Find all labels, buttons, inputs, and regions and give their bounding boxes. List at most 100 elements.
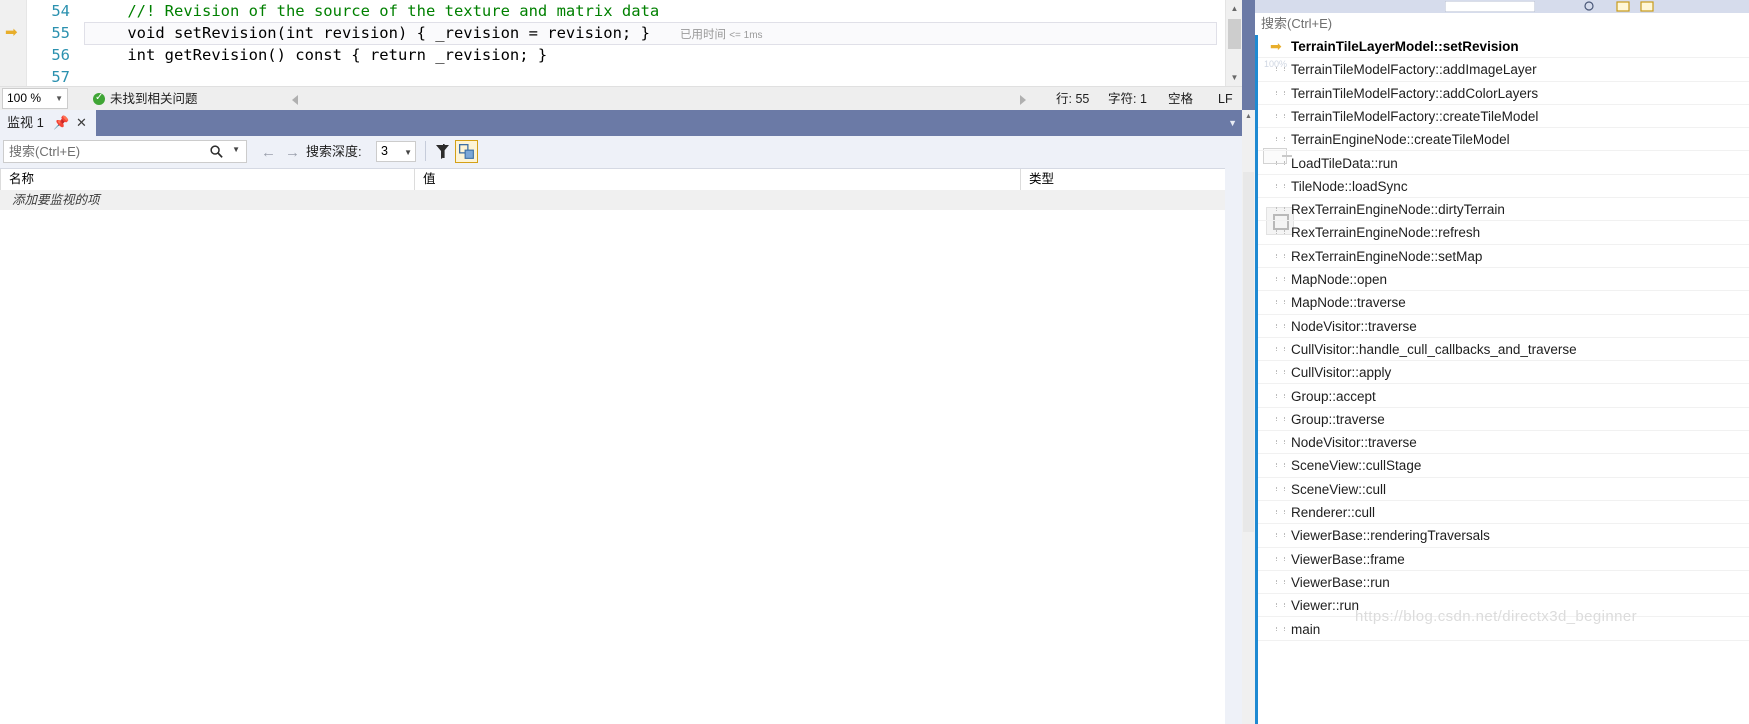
frame-gutter-tick-icon: [1276, 393, 1285, 398]
frame-gutter-tick-icon: [1276, 207, 1285, 212]
call-stack-frame-label: SceneView::cull: [1291, 481, 1387, 497]
frame-gutter-tick-icon: [1276, 370, 1285, 375]
call-stack-search-input[interactable]: 搜索(Ctrl+E): [1255, 13, 1749, 36]
call-stack-frame-row[interactable]: MapNode::traverse: [1258, 291, 1749, 315]
call-stack-frame-row[interactable]: TerrainTileModelFactory::addColorLayers: [1258, 82, 1749, 105]
chevron-down-icon[interactable]: ▼: [1228, 118, 1237, 128]
zoom-level-combobox[interactable]: 100 % ▼: [2, 88, 68, 109]
chevron-down-icon: ▼: [404, 148, 412, 157]
call-stack-frame-row[interactable]: CullVisitor::handle_cull_callbacks_and_t…: [1258, 338, 1749, 362]
call-stack-frame-row[interactable]: RexTerrainEngineNode::refresh: [1258, 221, 1749, 245]
call-stack-frame-label: TerrainEngineNode::createTileModel: [1291, 132, 1510, 148]
column-header-name[interactable]: 名称: [0, 169, 414, 190]
call-stack-frame-row[interactable]: main: [1258, 618, 1749, 641]
code-line-55[interactable]: void setRevision(int revision) { _revisi…: [90, 22, 650, 45]
watch-add-item-row[interactable]: 添加要监视的项: [0, 190, 1225, 210]
call-stack-frame-row[interactable]: CullVisitor::apply: [1258, 361, 1749, 385]
call-stack-frame-row[interactable]: TileNode::loadSync: [1258, 175, 1749, 199]
watch-scrollbar-thumb[interactable]: [1243, 172, 1254, 532]
call-stack-frame-row[interactable]: Renderer::cull: [1258, 501, 1749, 525]
code-line-54[interactable]: //! Revision of the source of the textur…: [90, 0, 659, 23]
call-stack-frame-label: ViewerBase::frame: [1291, 551, 1405, 567]
call-stack-frame-row[interactable]: ViewerBase::renderingTraversals: [1258, 524, 1749, 548]
call-stack-frame-row[interactable]: MapNode::open: [1258, 268, 1749, 292]
thread-dropdown-icon[interactable]: [1445, 1, 1535, 12]
call-stack-frame-row[interactable]: Group::traverse: [1258, 408, 1749, 432]
search-prev-icon[interactable]: ←: [261, 145, 276, 160]
watch-search-placeholder: 搜索(Ctrl+E): [9, 144, 81, 159]
frame-gutter-tick-icon: [1276, 113, 1285, 118]
call-stack-frame-label: Viewer::run: [1291, 598, 1360, 614]
call-stack-frame-row[interactable]: NodeVisitor::traverse: [1258, 431, 1749, 455]
call-stack-frame-row[interactable]: RexTerrainEngineNode::dirtyTerrain: [1258, 198, 1749, 222]
issue-status-label[interactable]: 未找到相关问题: [110, 87, 198, 111]
tab-watch-1[interactable]: 监视 1 📌 ✕: [0, 110, 96, 136]
call-stack-frame-row[interactable]: Group::accept: [1258, 385, 1749, 408]
search-depth-label: 搜索深度:: [306, 144, 362, 159]
call-stack-frame-label: RexTerrainEngineNode::setMap: [1291, 248, 1483, 264]
call-stack-frame-row[interactable]: SceneView::cull: [1258, 478, 1749, 501]
call-stack-frame-row[interactable]: ➡ TerrainTileLayerModel::setRevision: [1258, 35, 1749, 59]
frame-gutter-tick-icon: [1276, 137, 1285, 142]
window-chevron-icon[interactable]: [1639, 1, 1655, 12]
watch-grid[interactable]: 名称 值 类型 添加要监视的项: [0, 168, 1225, 724]
code-line-56[interactable]: int getRevision() const { return _revisi…: [90, 44, 547, 67]
call-stack-frame-label: NodeVisitor::traverse: [1291, 318, 1417, 334]
issue-prev-icon[interactable]: [292, 95, 298, 105]
call-stack-frame-label: TerrainTileModelFactory::addColorLayers: [1291, 85, 1539, 101]
watch-tab-strip: 监视 1 📌 ✕ ▼: [0, 110, 1242, 136]
editor-vertical-scrollbar[interactable]: ▲ ▼: [1225, 0, 1243, 86]
issue-ok-icon: [93, 91, 105, 105]
frame-gutter-tick-icon: [1276, 440, 1285, 445]
scroll-up-icon[interactable]: ▲: [1242, 110, 1255, 123]
issue-next-icon[interactable]: [1020, 95, 1026, 105]
scroll-down-icon[interactable]: ▼: [1226, 69, 1243, 86]
call-stack-frame-row[interactable]: ViewerBase::frame: [1258, 548, 1749, 571]
close-icon[interactable]: ✕: [76, 114, 87, 131]
call-stack-toolbar[interactable]: [1255, 0, 1749, 13]
elapsed-time-adornment: 已用时间 <= 1ms: [680, 26, 763, 42]
hexadecimal-display-icon[interactable]: [455, 140, 478, 163]
status-line-endings[interactable]: LF: [1218, 87, 1233, 111]
maximize-icon[interactable]: [1615, 1, 1631, 12]
call-stack-frame-row[interactable]: NodeVisitor::traverse: [1258, 315, 1749, 338]
frame-gutter-tick-icon: [1276, 579, 1285, 584]
call-stack-frame-row[interactable]: LoadTileData::run: [1258, 152, 1749, 175]
call-stack-frame-label: TerrainTileModelFactory::createTileModel: [1291, 108, 1539, 124]
call-stack-frame-label: Group::traverse: [1291, 411, 1385, 427]
status-line-number: 行: 55: [1056, 92, 1090, 106]
toolbar-separator: [425, 141, 426, 161]
call-stack-frame-row[interactable]: SceneView::cullStage: [1258, 454, 1749, 478]
call-stack-frame-row[interactable]: TerrainEngineNode::createTileModel: [1258, 128, 1749, 152]
call-stack-frame-row[interactable]: TerrainTileModelFactory::addImageLayer: [1258, 58, 1749, 82]
watch-tab-label: 监视 1: [7, 115, 44, 130]
pin-icon[interactable]: 📌: [53, 115, 69, 131]
search-depth-combobox[interactable]: 3 ▼: [376, 141, 416, 162]
call-stack-frame-row[interactable]: Viewer::run: [1258, 594, 1749, 618]
chevron-down-icon[interactable]: ▼: [232, 145, 240, 154]
frame-gutter-tick-icon: [1276, 510, 1285, 514]
frame-gutter-tick-icon: [1276, 626, 1285, 631]
column-header-value[interactable]: 值: [414, 169, 1020, 190]
editor-glyph-margin[interactable]: ➡: [0, 0, 27, 100]
elapsed-time-label: 已用时间: [680, 29, 726, 41]
search-next-icon[interactable]: →: [285, 145, 300, 160]
frame-gutter-tick-icon: [1276, 603, 1285, 608]
call-stack-frame-row[interactable]: ViewerBase::run: [1258, 571, 1749, 595]
call-stack-frame-row[interactable]: TerrainTileModelFactory::createTileModel: [1258, 105, 1749, 129]
call-stack-frame-label: NodeVisitor::traverse: [1291, 435, 1417, 451]
frame-gutter-tick-icon: [1276, 253, 1285, 258]
watch-search-input[interactable]: 搜索(Ctrl+E) ▼: [3, 140, 247, 163]
call-stack-frame-row[interactable]: RexTerrainEngineNode::setMap: [1258, 245, 1749, 268]
call-stack-list[interactable]: 100% ➡ TerrainTileLayerModel::setRevision…: [1258, 35, 1749, 724]
filter-icon[interactable]: [431, 140, 454, 163]
frame-gutter-tick-icon: [1276, 463, 1285, 468]
column-header-type[interactable]: 类型: [1020, 169, 1225, 190]
scroll-up-icon[interactable]: ▲: [1226, 0, 1243, 17]
scrollbar-thumb[interactable]: [1228, 19, 1241, 49]
code-editor[interactable]: ➡ 54 55 56 57 //! Revision of the source…: [0, 0, 1380, 100]
call-stack-options-icon[interactable]: [1581, 1, 1597, 12]
editor-status-bar: 100 % ▼ 未找到相关问题 行: 55 字符: 1 空格 LF: [0, 86, 1242, 111]
status-indent-mode[interactable]: 空格: [1168, 87, 1193, 111]
frame-gutter-tick-icon: [1276, 160, 1285, 165]
